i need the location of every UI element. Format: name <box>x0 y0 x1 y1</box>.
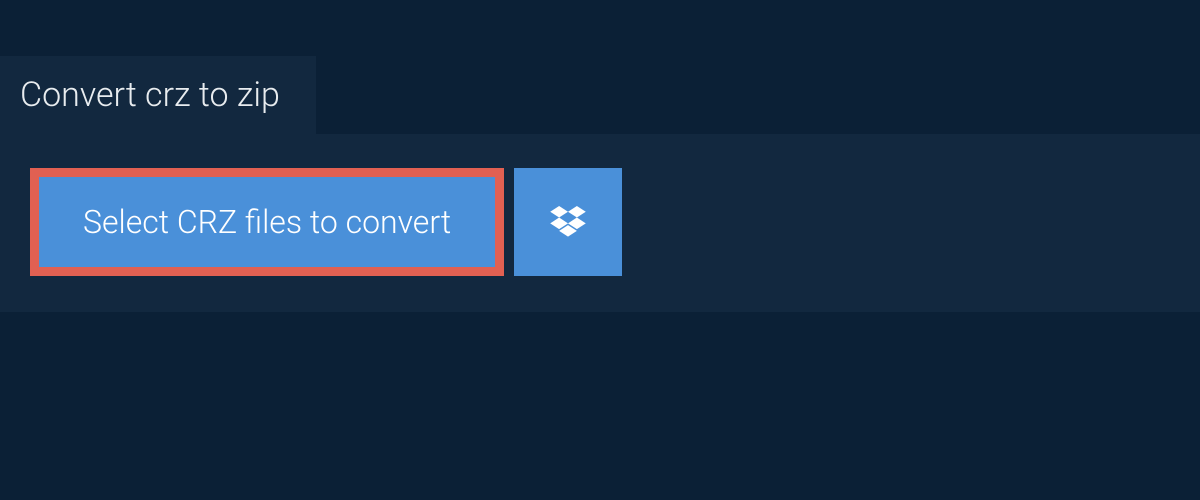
button-group: Select CRZ files to convert <box>30 168 622 276</box>
select-files-label: Select CRZ files to convert <box>83 203 451 241</box>
tab-row: Convert crz to zip <box>0 56 1200 134</box>
content-area: Select CRZ files to convert <box>0 134 1200 312</box>
dropbox-button[interactable] <box>514 168 622 276</box>
dropbox-icon <box>550 206 586 238</box>
tab-title: Convert crz to zip <box>20 75 280 115</box>
top-spacer <box>0 0 1200 56</box>
select-files-button[interactable]: Select CRZ files to convert <box>30 168 504 276</box>
tab-convert[interactable]: Convert crz to zip <box>0 56 316 134</box>
